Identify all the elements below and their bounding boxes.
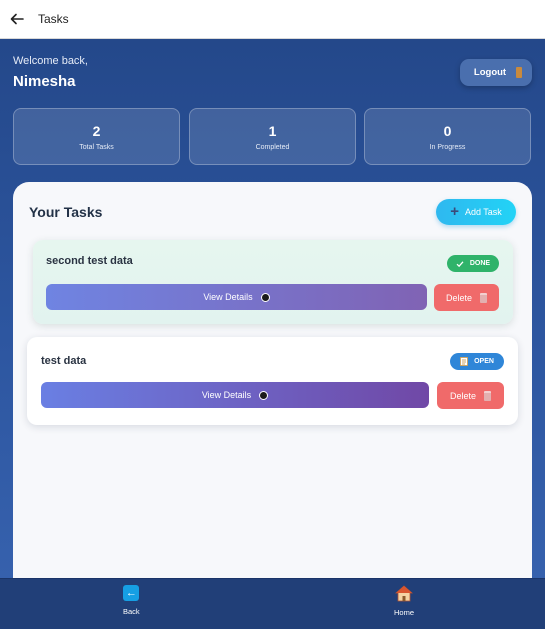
task-card: test data OPEN View Details Delete [27, 337, 518, 425]
stat-in-progress: 0 In Progress [364, 108, 531, 165]
nav-label: Home [394, 608, 415, 617]
door-icon [516, 67, 523, 78]
status-text: DONE [469, 260, 491, 267]
view-details-button[interactable]: View Details [46, 284, 427, 310]
nav-home[interactable]: Home [394, 585, 414, 617]
stat-value: 0 [443, 122, 452, 139]
delete-label: Delete [445, 292, 472, 303]
delete-button[interactable]: Delete [434, 284, 499, 311]
view-details-label: View Details [201, 390, 252, 400]
stat-label: In Progress [429, 143, 466, 151]
username: Nimesha [13, 73, 76, 90]
plus-icon: + [450, 202, 459, 220]
delete-button[interactable]: Delete [437, 382, 504, 409]
delete-label: Delete [449, 390, 476, 401]
welcome-text: Welcome back, [13, 55, 88, 67]
task-card: second test data DONE View Details Delet… [33, 240, 513, 324]
task-title: second test data [46, 255, 133, 267]
back-arrow-icon: ← [123, 585, 140, 601]
stat-value: 1 [268, 122, 277, 139]
bottom-nav: ← Back Home [0, 578, 545, 629]
status-badge: DONE [447, 255, 499, 272]
trash-icon [484, 390, 491, 401]
logout-button[interactable]: Logout [460, 59, 532, 86]
back-button[interactable] [0, 0, 34, 38]
stat-total-tasks: 2 Total Tasks [13, 108, 180, 165]
tasks-panel: Your Tasks + Add Task second test data D… [13, 182, 532, 602]
arrow-left-icon [10, 13, 24, 25]
memo-icon [460, 357, 468, 366]
status-badge: OPEN [450, 353, 504, 370]
section-title: Your Tasks [29, 204, 103, 220]
record-icon [259, 390, 269, 400]
check-icon [456, 260, 464, 267]
stat-completed: 1 Completed [189, 108, 356, 165]
record-icon [260, 292, 270, 302]
house-icon [395, 585, 413, 602]
status-text: OPEN [474, 358, 494, 365]
logout-label: Logout [473, 67, 507, 78]
stat-label: Completed [255, 143, 290, 151]
view-details-button[interactable]: View Details [41, 382, 429, 408]
nav-label: Back [123, 607, 140, 616]
add-task-label: Add Task [464, 207, 502, 217]
stat-label: Total Tasks [79, 143, 114, 151]
view-details-label: View Details [203, 292, 253, 302]
trash-icon [480, 292, 487, 303]
task-title: test data [41, 355, 87, 367]
app-bar: Tasks [0, 0, 545, 39]
app-bar-title: Tasks [38, 12, 69, 26]
add-task-button[interactable]: + Add Task [436, 199, 516, 225]
stat-value: 2 [92, 122, 101, 139]
nav-back[interactable]: ← Back [123, 585, 140, 616]
